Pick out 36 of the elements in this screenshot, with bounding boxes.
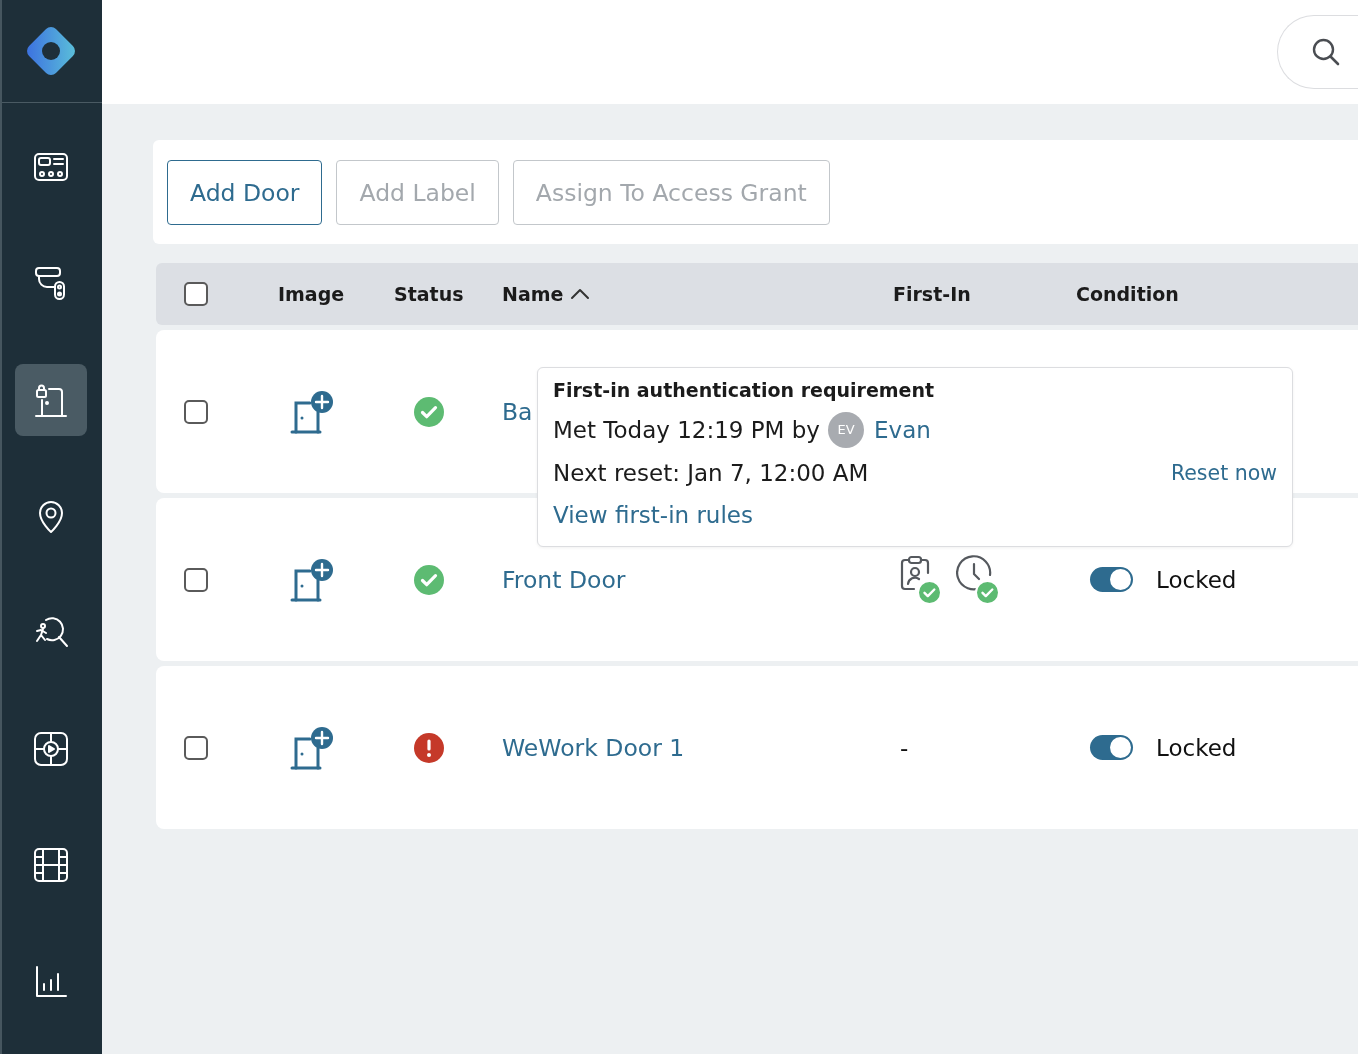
column-header: Status bbox=[394, 283, 464, 305]
video-grid-icon bbox=[33, 730, 69, 767]
clock-icon bbox=[956, 554, 993, 592]
tooltip-title: First-in authentication requirement bbox=[553, 378, 935, 402]
row-checkbox[interactable] bbox=[184, 735, 208, 760]
row-checkbox[interactable] bbox=[184, 282, 208, 306]
film-strip-icon bbox=[33, 847, 69, 884]
lock-toggle[interactable] bbox=[1090, 735, 1133, 760]
view-rules-link[interactable]: View first-in rules bbox=[553, 502, 753, 529]
column-header: Condition bbox=[1076, 283, 1179, 305]
column-header: First-In bbox=[893, 283, 971, 305]
met-text: Met Today 12:19 PM by bbox=[553, 416, 820, 443]
row-checkbox[interactable] bbox=[184, 399, 208, 424]
column-header: Image bbox=[278, 283, 345, 305]
reset-now-link[interactable]: Reset now bbox=[1170, 460, 1277, 485]
condition-label: Locked bbox=[1156, 734, 1237, 761]
avatar-initials: EV bbox=[828, 411, 864, 448]
clipboard-person-icon bbox=[900, 554, 931, 591]
next-reset-text: Next reset: Jan 7, 12:00 AM bbox=[553, 459, 869, 486]
first-in-text: - bbox=[900, 734, 909, 761]
condition-label: Locked bbox=[1156, 566, 1237, 593]
door-plus-icon bbox=[290, 725, 334, 770]
row-checkbox[interactable] bbox=[184, 567, 208, 592]
door-plus-icon bbox=[290, 557, 334, 602]
search-icon bbox=[1312, 38, 1340, 66]
column-header[interactable]: Name bbox=[502, 283, 564, 305]
door-name-link[interactable]: Front Door bbox=[502, 565, 626, 594]
search-button[interactable] bbox=[1277, 15, 1358, 89]
toolbar-button[interactable]: Add Door bbox=[167, 160, 323, 225]
user-link[interactable]: Evan bbox=[874, 416, 931, 443]
bar-chart-icon bbox=[33, 963, 69, 1000]
door-name-link[interactable]: Ba bbox=[502, 397, 533, 426]
lock-toggle[interactable] bbox=[1090, 567, 1133, 592]
door-plus-icon bbox=[290, 389, 334, 434]
door-name-link[interactable]: WeWork Door 1 bbox=[502, 733, 685, 762]
nav-button[interactable] bbox=[15, 363, 87, 436]
